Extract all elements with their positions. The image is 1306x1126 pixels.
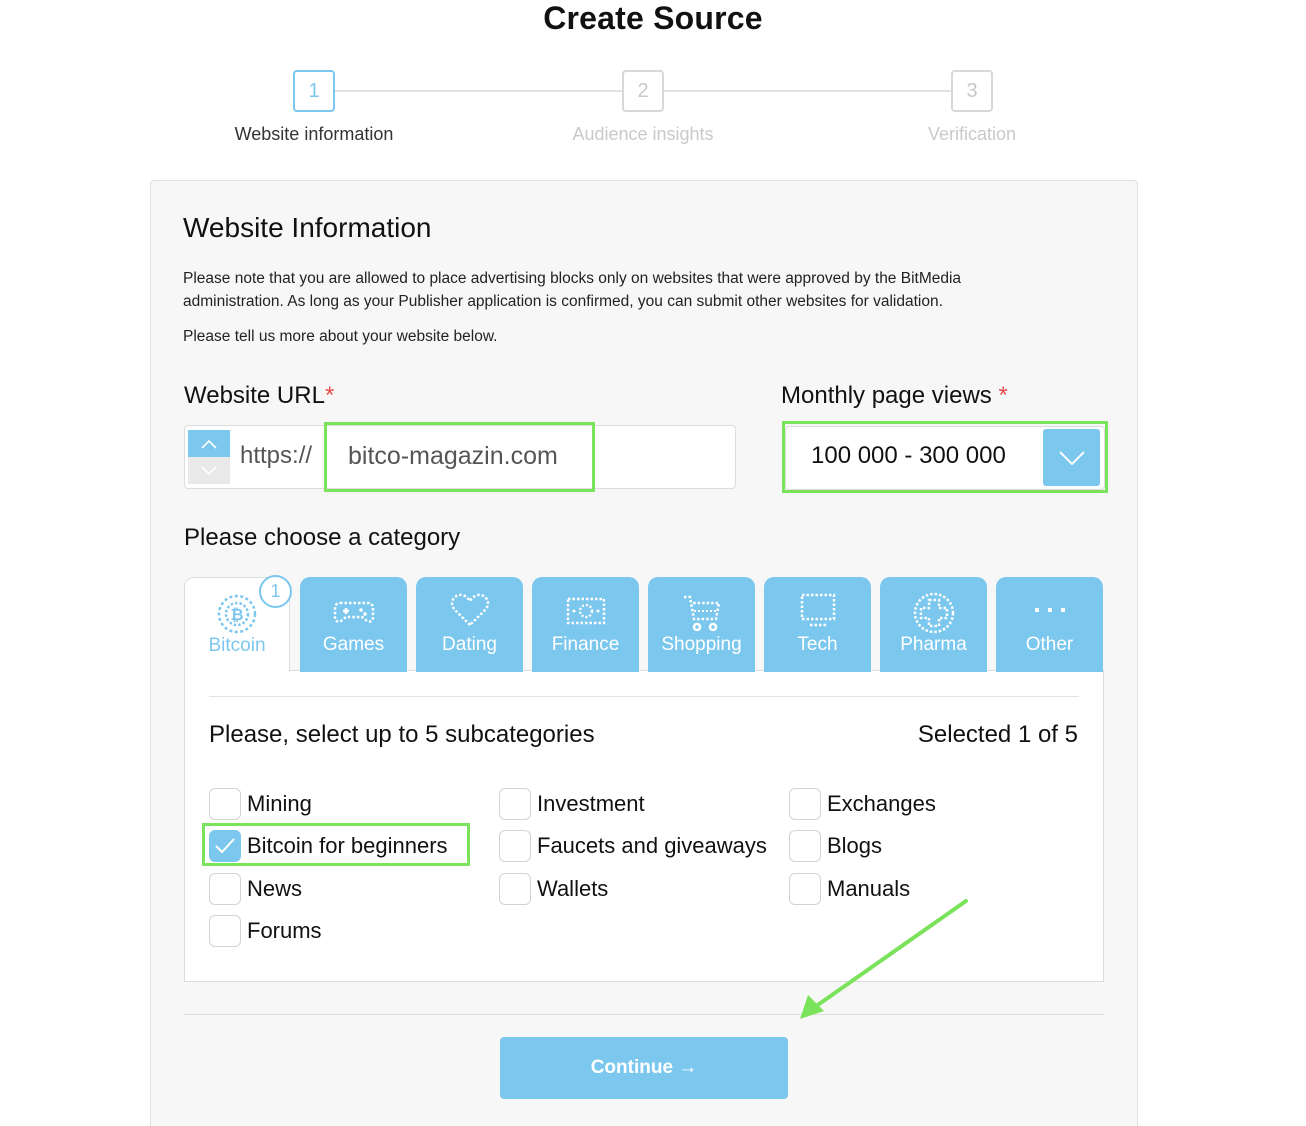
stepper-line — [335, 90, 623, 92]
checkbox[interactable] — [789, 788, 821, 820]
step-2-box[interactable]: 2 — [622, 70, 664, 112]
tab-label: Other — [1025, 634, 1074, 655]
svg-text:₿: ₿ — [230, 605, 243, 624]
checkbox[interactable] — [209, 873, 241, 905]
checkbox-forums[interactable]: Forums — [209, 914, 322, 948]
tab-label: Games — [322, 634, 385, 655]
checkbox-label: Blogs — [827, 833, 883, 858]
checkbox-label: Wallets — [537, 876, 609, 901]
checkbox-mining[interactable]: Mining — [209, 787, 312, 821]
annotation-arrow-icon — [800, 899, 968, 1019]
checkbox-news[interactable]: News — [209, 872, 302, 906]
stepper-line — [664, 90, 952, 92]
note-line-3: Please tell us more about your website b… — [183, 328, 498, 345]
checkbox[interactable] — [499, 873, 531, 905]
chevron-up-icon[interactable] — [188, 430, 230, 457]
heart-icon — [416, 591, 523, 629]
protocol-toggle[interactable] — [188, 430, 230, 484]
section-title: Website Information — [183, 212, 432, 243]
highlight-box — [782, 421, 1108, 493]
url-label-text: Website URL — [184, 382, 325, 409]
step-3-box[interactable]: 3 — [951, 70, 993, 112]
step-1-label: Website information — [234, 124, 394, 144]
tab-dating[interactable]: Dating — [416, 577, 523, 672]
checkbox-label: Forums — [247, 918, 322, 943]
checkbox-label: Exchanges — [827, 791, 936, 816]
tab-label: Finance — [551, 634, 620, 655]
step-2-label: Audience insights — [572, 124, 714, 144]
checkbox-wallets[interactable]: Wallets — [499, 872, 608, 906]
checkbox-label: Faucets and giveaways — [537, 833, 767, 858]
checkbox-label: Mining — [247, 791, 312, 816]
step-3-label: Verification — [927, 124, 1017, 144]
tab-finance[interactable]: Finance — [532, 577, 639, 672]
tab-label: Shopping — [661, 634, 742, 655]
checkbox-exchanges[interactable]: Exchanges — [789, 787, 936, 821]
chevron-down-icon[interactable] — [188, 457, 230, 484]
page-title: Create Source — [543, 0, 763, 36]
step-1-box[interactable]: 1 — [293, 70, 335, 112]
tab-label: Tech — [797, 634, 838, 655]
checkbox-label: Investment — [537, 791, 645, 816]
note-line-2: administration. As long as your Publishe… — [183, 293, 943, 310]
highlight-box — [324, 422, 595, 492]
medical-cross-icon — [880, 591, 987, 634]
protocol-prefix: https:// — [240, 442, 313, 469]
required-mark: * — [324, 382, 335, 409]
subcategories-title: Please, select up to 5 subcategories — [209, 721, 595, 748]
cart-icon — [648, 591, 755, 632]
url-label: Website URL* — [184, 382, 334, 410]
checkbox-investment[interactable]: Investment — [499, 787, 645, 821]
tab-other[interactable]: Other — [996, 577, 1103, 672]
checkbox-blogs[interactable]: Blogs — [789, 829, 882, 863]
monitor-icon — [764, 591, 871, 629]
continue-button[interactable]: Continue → — [500, 1037, 788, 1099]
selected-count: Selected 1 of 5 — [917, 721, 1078, 748]
tab-label: Dating — [442, 634, 497, 655]
tab-pharma[interactable]: Pharma — [880, 577, 987, 672]
tab-label: Bitcoin — [208, 635, 266, 656]
divider — [209, 696, 1079, 697]
pageviews-label: Monthly page views * — [781, 382, 1008, 410]
checkbox[interactable] — [209, 915, 241, 947]
pageviews-label-text: Monthly page views — [781, 382, 992, 409]
banknote-icon — [532, 591, 639, 629]
dots-icon — [996, 591, 1103, 629]
checkbox[interactable] — [499, 788, 531, 820]
checkbox[interactable] — [499, 830, 531, 862]
checkbox-label: News — [247, 876, 303, 901]
highlight-box — [202, 823, 470, 866]
required-mark: * — [998, 382, 1008, 409]
tab-count-badge: 1 — [259, 575, 292, 608]
tab-shopping[interactable]: Shopping — [648, 577, 755, 672]
tab-label: Pharma — [900, 634, 967, 655]
tab-games[interactable]: Games — [300, 577, 407, 672]
checkbox[interactable] — [789, 830, 821, 862]
checkbox[interactable] — [209, 788, 241, 820]
category-label: Please choose a category — [184, 524, 461, 551]
gamepad-icon — [300, 591, 407, 629]
tab-tech[interactable]: Tech — [764, 577, 871, 672]
note-line-1: Please note that you are allowed to plac… — [183, 270, 962, 287]
form-panel — [150, 180, 1138, 1126]
checkbox-faucets-and-giveaways[interactable]: Faucets and giveaways — [499, 829, 767, 863]
